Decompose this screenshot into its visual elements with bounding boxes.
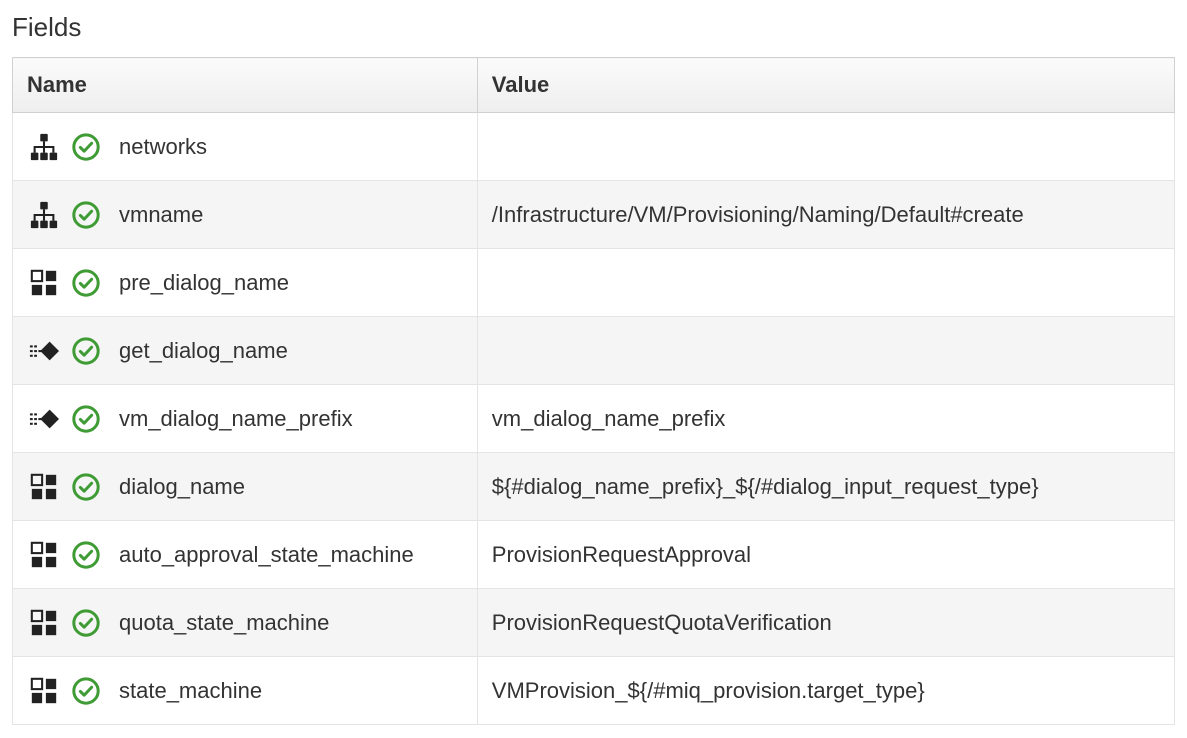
table-row[interactable]: vm_dialog_name_prefix vm_dialog_name_pref… <box>13 385 1175 453</box>
field-value <box>477 249 1174 317</box>
grid-icon <box>27 606 61 640</box>
table-row[interactable]: pre_dialog_name <box>13 249 1175 317</box>
name-cell: vm_dialog_name_prefix <box>13 385 478 453</box>
field-name: get_dialog_name <box>119 338 288 364</box>
hierarchy-icon <box>27 130 61 164</box>
table-row[interactable]: quota_state_machine ProvisionRequestQuota… <box>13 589 1175 657</box>
check-ok-icon <box>69 130 103 164</box>
field-name: state_machine <box>119 678 262 704</box>
check-ok-icon <box>69 402 103 436</box>
table-row[interactable]: dialog_name ${#dialog_name_prefix}_${/#di… <box>13 453 1175 521</box>
fields-table: Name Value networks vmname/Infrastructure… <box>12 57 1175 725</box>
field-value: vm_dialog_name_prefix <box>477 385 1174 453</box>
name-cell: state_machine <box>13 657 478 725</box>
name-cell: pre_dialog_name <box>13 249 478 317</box>
field-value: /Infrastructure/VM/Provisioning/Naming/D… <box>477 181 1174 249</box>
field-name: networks <box>119 134 207 160</box>
field-name: vmname <box>119 202 203 228</box>
name-cell: vmname <box>13 181 478 249</box>
hierarchy-icon <box>27 198 61 232</box>
field-value: ProvisionRequestApproval <box>477 521 1174 589</box>
grid-icon <box>27 266 61 300</box>
field-value <box>477 113 1174 181</box>
check-ok-icon <box>69 606 103 640</box>
field-name: auto_approval_state_machine <box>119 542 414 568</box>
table-row[interactable]: state_machine VMProvision_${/#miq_provisi… <box>13 657 1175 725</box>
field-value: ProvisionRequestQuotaVerification <box>477 589 1174 657</box>
check-ok-icon <box>69 334 103 368</box>
field-name: quota_state_machine <box>119 610 329 636</box>
check-ok-icon <box>69 198 103 232</box>
check-ok-icon <box>69 538 103 572</box>
grid-icon <box>27 470 61 504</box>
field-value: ${#dialog_name_prefix}_${/#dialog_input_… <box>477 453 1174 521</box>
method-icon <box>27 402 61 436</box>
name-cell: quota_state_machine <box>13 589 478 657</box>
field-name: vm_dialog_name_prefix <box>119 406 353 432</box>
check-ok-icon <box>69 470 103 504</box>
field-name: pre_dialog_name <box>119 270 289 296</box>
table-row[interactable]: networks <box>13 113 1175 181</box>
field-value: VMProvision_${/#miq_provision.target_typ… <box>477 657 1174 725</box>
field-name: dialog_name <box>119 474 245 500</box>
check-ok-icon <box>69 266 103 300</box>
field-value <box>477 317 1174 385</box>
table-row[interactable]: auto_approval_state_machine ProvisionRequ… <box>13 521 1175 589</box>
name-cell: get_dialog_name <box>13 317 478 385</box>
name-cell: dialog_name <box>13 453 478 521</box>
column-header-name: Name <box>13 58 478 113</box>
column-header-value: Value <box>477 58 1174 113</box>
table-row[interactable]: get_dialog_name <box>13 317 1175 385</box>
method-icon <box>27 334 61 368</box>
name-cell: auto_approval_state_machine <box>13 521 478 589</box>
section-title: Fields <box>12 12 1175 43</box>
table-row[interactable]: vmname/Infrastructure/VM/Provisioning/Na… <box>13 181 1175 249</box>
name-cell: networks <box>13 113 478 181</box>
check-ok-icon <box>69 674 103 708</box>
grid-icon <box>27 674 61 708</box>
grid-icon <box>27 538 61 572</box>
